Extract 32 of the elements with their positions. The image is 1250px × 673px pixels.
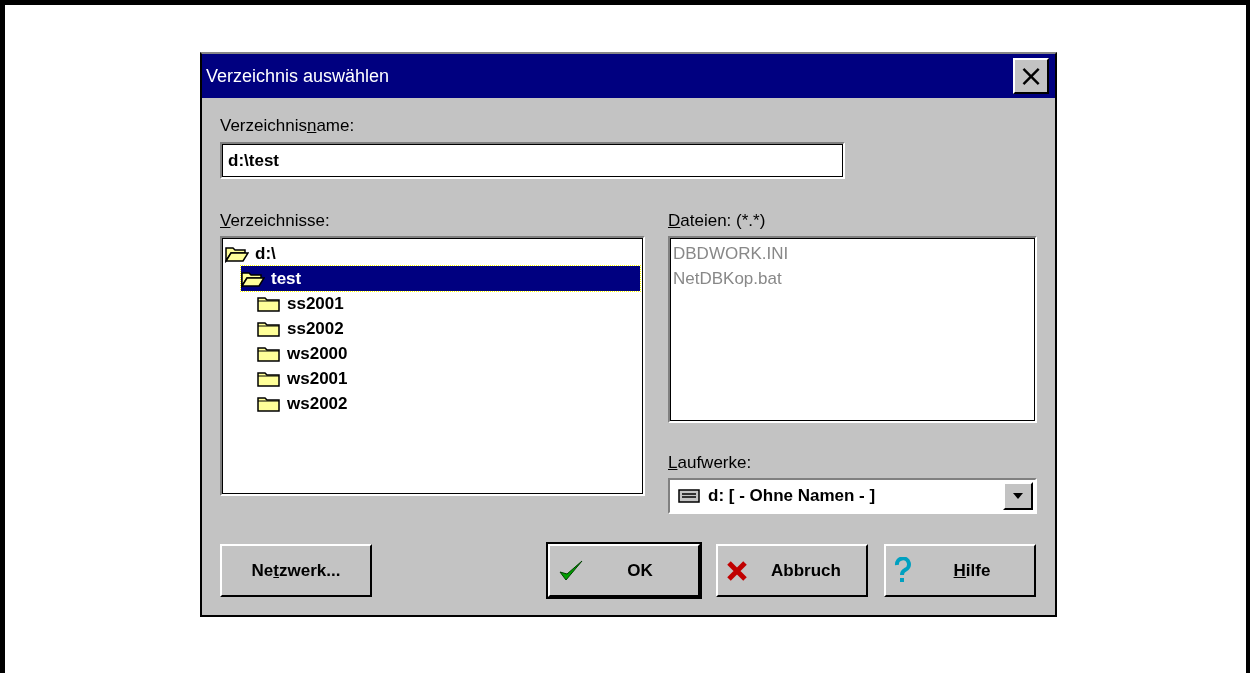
folder-icon — [257, 369, 281, 388]
directory-name-field[interactable]: d:\test — [220, 142, 845, 179]
caret-icon — [1013, 493, 1023, 499]
folder-icon — [257, 344, 281, 363]
open-folder-icon — [241, 269, 265, 288]
folder-icon — [257, 319, 281, 338]
dropdown-arrow-button[interactable] — [1003, 482, 1033, 510]
drive-icon — [678, 489, 700, 503]
dropdown-label: Laufwerke: — [668, 453, 753, 473]
open-folder-icon — [225, 244, 249, 263]
list-label: Verzeichnisse: — [220, 211, 331, 231]
cancel-button[interactable]: Abbruch — [716, 544, 868, 597]
folder-item[interactable]: d:\ — [225, 241, 640, 266]
window-title: Verzeichnis auswählen — [206, 65, 390, 87]
dropdown-value: d: [ - Ohne Namen - ] — [708, 486, 877, 506]
field-label: Verzeichnisname: — [220, 116, 356, 136]
folder-item[interactable]: ss2001 — [257, 291, 640, 316]
folder-item[interactable]: ws2000 — [257, 341, 640, 366]
folder-item[interactable]: test — [241, 266, 640, 291]
folder-icon — [257, 394, 281, 413]
plain-button[interactable]: Netzwerk... — [220, 544, 372, 597]
list-label: Dateien: (*.*) — [668, 211, 767, 231]
folder-item[interactable]: ws2001 — [257, 366, 640, 391]
ok-button[interactable]: OK — [548, 544, 700, 597]
help-button[interactable]: Hilfe — [884, 544, 1036, 597]
folder-item[interactable]: ws2002 — [257, 391, 640, 416]
folder-item[interactable]: ss2002 — [257, 316, 640, 341]
folder-icon — [257, 294, 281, 313]
x-icon — [726, 559, 748, 582]
question-mark-icon — [894, 556, 912, 585]
drive-dropdown[interactable]: d: [ - Ohne Namen - ] — [668, 478, 1037, 514]
close-button[interactable]: × — [1013, 58, 1049, 94]
